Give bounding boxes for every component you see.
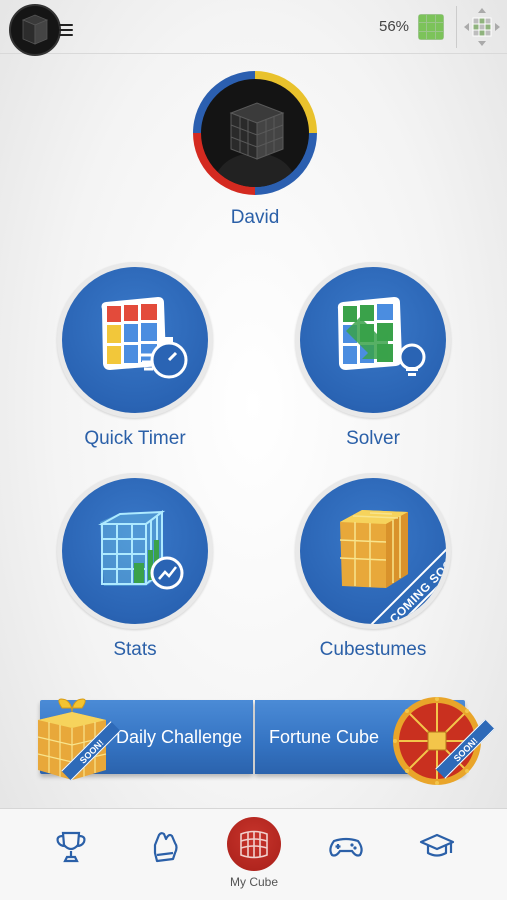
top-bar: 56% xyxy=(0,0,507,56)
cubestumes-button[interactable]: COMING SOON! Cubestumes xyxy=(293,473,453,661)
tab-my-cube-label: My Cube xyxy=(229,875,279,889)
cubestumes-circle: COMING SOON! xyxy=(295,473,451,629)
profile-name[interactable]: David xyxy=(180,207,330,229)
battery-percent: 56% xyxy=(379,18,410,35)
graduation-cap-icon xyxy=(419,833,455,857)
gamepad-icon xyxy=(329,837,363,857)
tab-learn[interactable] xyxy=(417,827,457,867)
cubestumes-label: Cubestumes xyxy=(319,639,427,660)
daily-challenge-label: Daily Challenge xyxy=(116,727,243,747)
solver-label: Solver xyxy=(346,428,400,449)
stats-label: Stats xyxy=(113,639,157,660)
tab-gloves[interactable] xyxy=(145,827,185,867)
fortune-cube-label: Fortune Cube xyxy=(269,727,380,747)
stats-circle xyxy=(57,473,213,629)
trophy-icon xyxy=(56,831,86,863)
fortune-wheel-icon: SOON! xyxy=(390,694,495,789)
stats-cube-icon xyxy=(98,510,184,590)
timer-cube-icon xyxy=(101,297,188,379)
profile-cube-image xyxy=(201,79,309,187)
gift-box-icon: SOON! xyxy=(32,694,121,782)
bottom-tab-bar: My Cube xyxy=(0,808,507,900)
glove-icon xyxy=(153,832,178,863)
stats-button[interactable]: Stats xyxy=(55,473,215,661)
hamburger-icon xyxy=(59,24,73,39)
profile-avatar[interactable] xyxy=(193,71,317,195)
tab-my-cube[interactable] xyxy=(227,817,281,871)
solver-cube-icon xyxy=(337,297,426,376)
menu-button[interactable] xyxy=(9,4,73,56)
solver-button[interactable]: Solver xyxy=(293,262,453,450)
tab-games[interactable] xyxy=(326,827,366,867)
cube-orientation-button[interactable] xyxy=(462,6,502,48)
solver-circle xyxy=(295,262,451,418)
avatar xyxy=(9,4,61,56)
quick-timer-label: Quick Timer xyxy=(84,428,186,449)
divider xyxy=(456,6,457,48)
quick-timer-button[interactable]: Quick Timer xyxy=(55,262,215,450)
quick-timer-circle xyxy=(57,262,213,418)
tab-trophies[interactable] xyxy=(51,827,91,867)
cube-icon xyxy=(240,830,268,859)
cube-orientation-icon xyxy=(464,8,500,46)
battery-grid-icon xyxy=(418,14,444,40)
